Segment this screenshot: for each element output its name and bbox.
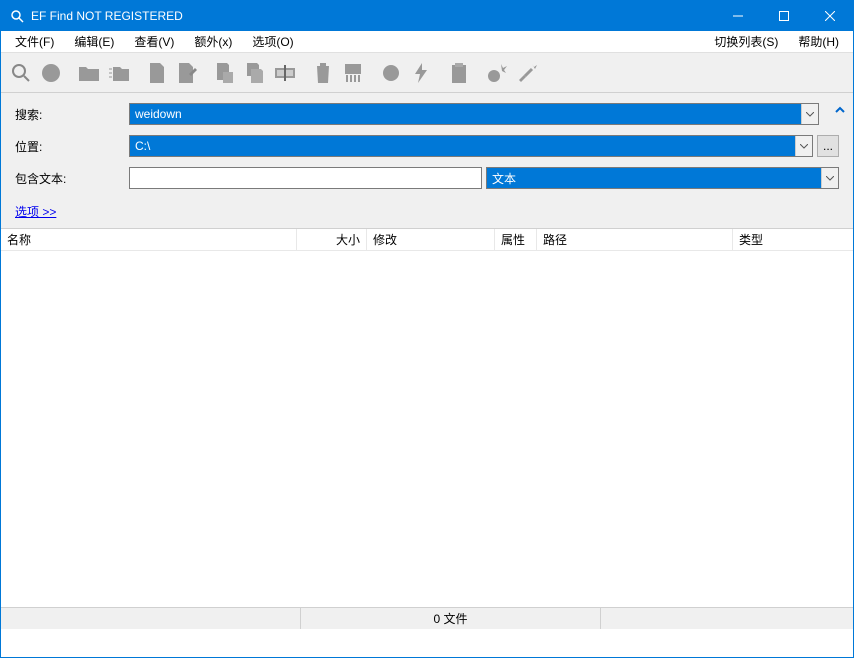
rename-icon[interactable] xyxy=(271,59,299,87)
window-title: EF Find NOT REGISTERED xyxy=(31,9,715,23)
search-input[interactable]: weidown xyxy=(130,104,801,124)
col-type[interactable]: 类型 xyxy=(733,229,853,250)
close-button[interactable] xyxy=(807,1,853,31)
text-type-combo[interactable]: 文本 xyxy=(486,167,839,189)
search-icon[interactable] xyxy=(7,59,35,87)
search-combo[interactable]: weidown xyxy=(129,103,819,125)
search-panel: 搜索: weidown 位置: C:\ ... 包含文本: 文本 选项 >> xyxy=(1,93,853,229)
document-edit-icon[interactable] xyxy=(173,59,201,87)
contains-label: 包含文本: xyxy=(15,170,125,187)
chevron-down-icon[interactable] xyxy=(801,104,818,124)
options-link[interactable]: 选项 >> xyxy=(15,203,56,220)
contains-combo[interactable] xyxy=(129,167,482,189)
col-path[interactable]: 路径 xyxy=(537,229,733,250)
chevron-down-icon[interactable] xyxy=(821,168,838,188)
toolbar xyxy=(1,53,853,93)
shred-icon[interactable] xyxy=(339,59,367,87)
copy-icon[interactable] xyxy=(241,59,269,87)
menu-switchlist[interactable]: 切换列表(S) xyxy=(704,31,788,52)
circle-icon[interactable] xyxy=(377,59,405,87)
titlebar: EF Find NOT REGISTERED xyxy=(1,1,853,31)
col-attributes[interactable]: 属性 xyxy=(495,229,537,250)
browse-button[interactable]: ... xyxy=(817,135,839,157)
col-name[interactable]: 名称 xyxy=(1,229,297,250)
trash-icon[interactable] xyxy=(309,59,337,87)
menu-view[interactable]: 查看(V) xyxy=(124,31,184,52)
search-label: 搜索: xyxy=(15,106,125,123)
menubar: 文件(F) 编辑(E) 查看(V) 额外(x) 选项(O) 切换列表(S) 帮助… xyxy=(1,31,853,53)
status-left xyxy=(1,608,301,629)
contains-input[interactable] xyxy=(130,168,481,188)
menu-edit[interactable]: 编辑(E) xyxy=(64,31,124,52)
folder-icon[interactable] xyxy=(75,59,103,87)
col-size[interactable]: 大小 xyxy=(297,229,367,250)
lightning-icon[interactable] xyxy=(407,59,435,87)
sparkle-brush-icon[interactable] xyxy=(513,59,541,87)
clipboard-icon[interactable] xyxy=(445,59,473,87)
minimize-button[interactable] xyxy=(715,1,761,31)
maximize-button[interactable] xyxy=(761,1,807,31)
sparkle-gear-icon[interactable] xyxy=(483,59,511,87)
results-grid: 名称 大小 修改 属性 路径 类型 xyxy=(1,229,853,607)
location-label: 位置: xyxy=(15,138,125,155)
statusbar: 0 文件 xyxy=(1,607,853,629)
chevron-down-icon[interactable] xyxy=(795,136,812,156)
status-right xyxy=(601,608,853,629)
col-modified[interactable]: 修改 xyxy=(367,229,495,250)
text-type-value[interactable]: 文本 xyxy=(487,168,821,188)
cut-icon[interactable] xyxy=(211,59,239,87)
menu-file[interactable]: 文件(F) xyxy=(5,31,64,52)
status-file-count: 0 文件 xyxy=(301,608,601,629)
location-input[interactable]: C:\ xyxy=(130,136,795,156)
folder-lines-icon[interactable] xyxy=(105,59,133,87)
collapse-up-icon[interactable] xyxy=(831,101,849,119)
app-icon xyxy=(9,8,25,24)
location-combo[interactable]: C:\ xyxy=(129,135,813,157)
menu-options[interactable]: 选项(O) xyxy=(242,31,303,52)
grid-body[interactable] xyxy=(1,251,853,607)
grid-header: 名称 大小 修改 属性 路径 类型 xyxy=(1,229,853,251)
menu-help[interactable]: 帮助(H) xyxy=(788,31,849,52)
stop-icon[interactable] xyxy=(37,59,65,87)
window-controls xyxy=(715,1,853,31)
menu-extra[interactable]: 额外(x) xyxy=(184,31,242,52)
document-icon[interactable] xyxy=(143,59,171,87)
